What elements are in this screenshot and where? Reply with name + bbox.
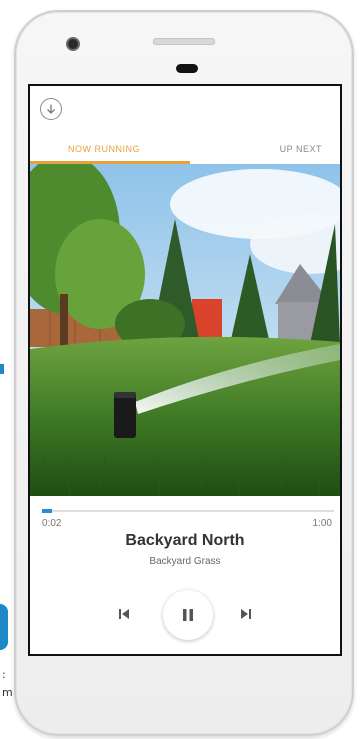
- phone-frame: NOW RUNNING UP NEXT 0:02 1:00 Backyard N…: [14, 10, 354, 736]
- previous-button[interactable]: [114, 604, 134, 624]
- total-time: 1:00: [312, 518, 332, 529]
- tab-now-running[interactable]: NOW RUNNING: [68, 144, 140, 154]
- tab-up-next[interactable]: UP NEXT: [280, 144, 322, 154]
- skip-next-icon: [241, 609, 251, 619]
- zone-type: Backyard Grass: [149, 556, 221, 567]
- background-text: m: [2, 686, 13, 699]
- front-camera: [66, 37, 80, 51]
- proximity-sensor: [176, 64, 198, 73]
- download-circle-icon: [47, 104, 55, 114]
- phone-chin: [16, 662, 352, 722]
- zone-name: Backyard North: [125, 532, 245, 549]
- playback-controls: [30, 590, 340, 640]
- app-screen: NOW RUNNING UP NEXT 0:02 1:00 Backyard N…: [28, 84, 342, 656]
- background-mark: [0, 604, 8, 650]
- progress-bar[interactable]: [42, 509, 334, 513]
- pause-button[interactable]: [163, 590, 213, 640]
- pause-icon: [183, 609, 193, 621]
- tab-bar: NOW RUNNING UP NEXT: [30, 144, 340, 164]
- elapsed-time: 0:02: [42, 518, 62, 529]
- download-button[interactable]: [40, 98, 62, 120]
- background-page-edge: : m: [0, 200, 14, 700]
- background-mark: [0, 364, 4, 374]
- zone-photo: [30, 164, 340, 496]
- next-button[interactable]: [236, 604, 256, 624]
- skip-previous-icon: [119, 609, 129, 619]
- sprinkler-image: [30, 164, 340, 496]
- background-text: :: [2, 668, 6, 681]
- earpiece-speaker: [153, 38, 215, 45]
- progress-thumb[interactable]: [42, 509, 52, 513]
